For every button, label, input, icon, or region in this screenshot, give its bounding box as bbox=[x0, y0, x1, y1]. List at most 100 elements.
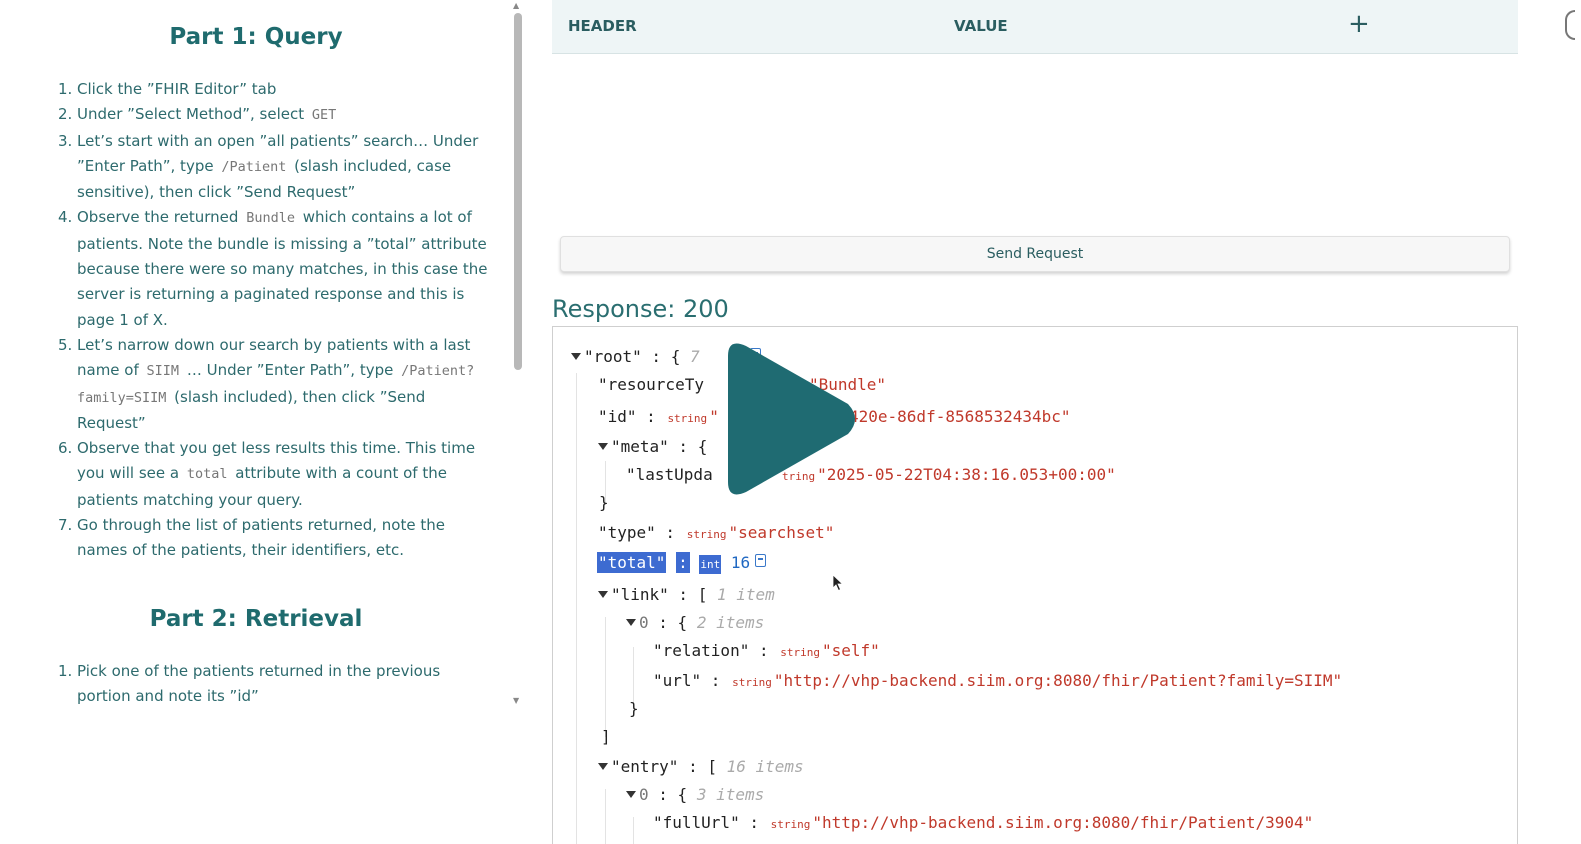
item-count: 2 items bbox=[696, 613, 765, 632]
inline-code: Bundle bbox=[246, 210, 295, 227]
json-type-label: string bbox=[732, 676, 772, 689]
json-key: 0 bbox=[639, 785, 649, 804]
json-relation-line: "relation" : string "self" bbox=[653, 641, 880, 660]
tree-guide-line bbox=[633, 817, 634, 844]
scrollbar-thumb[interactable] bbox=[514, 13, 522, 370]
scroll-up-arrow-icon[interactable]: ▲ bbox=[513, 1, 519, 10]
triangle-down-icon[interactable] bbox=[626, 619, 636, 626]
list-item: 3. Let’s start with an open ”all patients… bbox=[56, 129, 496, 206]
json-type-label: string bbox=[780, 646, 820, 659]
json-key: "fullUrl" bbox=[653, 813, 740, 832]
json-type-label: string bbox=[686, 528, 727, 541]
item-count: 7 bbox=[689, 347, 700, 366]
json-type-label: string bbox=[770, 818, 811, 831]
step-number: 1. bbox=[58, 80, 73, 98]
triangle-down-icon[interactable] bbox=[598, 763, 608, 770]
json-string-value: "searchset" bbox=[728, 523, 835, 542]
json-key: "id" bbox=[598, 407, 637, 426]
triangle-down-icon[interactable] bbox=[571, 353, 581, 360]
step-text: Go through the list of patients returned… bbox=[77, 516, 445, 560]
json-type-label: string bbox=[667, 412, 708, 425]
inline-code: SIIM bbox=[146, 363, 180, 380]
list-item: 1. Pick one of the patients returned in t… bbox=[56, 659, 496, 710]
copy-icon[interactable] bbox=[755, 554, 767, 567]
part1-steps-list: 1. Click the ”FHIR Editor” tab 2. Under ”S… bbox=[56, 77, 496, 564]
step-text: Click the ”FHIR Editor” tab bbox=[77, 80, 277, 98]
json-key: "resourceTy bbox=[598, 375, 704, 394]
play-icon[interactable] bbox=[710, 338, 860, 500]
part1-title: Part 1: Query bbox=[169, 24, 343, 50]
list-item: 1. Click the ”FHIR Editor” tab bbox=[56, 77, 496, 102]
header-column-title: HEADER bbox=[568, 17, 637, 35]
item-count: 3 items bbox=[696, 785, 765, 804]
triangle-down-icon[interactable] bbox=[598, 591, 608, 598]
json-id-value: 420e-86df-8568532434bc" bbox=[849, 407, 1071, 426]
step-text: which contains a lot of patients. Note t… bbox=[77, 208, 488, 329]
item-count: 16 items bbox=[726, 757, 804, 776]
headers-table: HEADER VALUE + bbox=[552, 0, 1518, 54]
json-key: "total" bbox=[597, 552, 667, 573]
json-link0-close: } bbox=[629, 699, 639, 718]
inline-code: /Patient bbox=[221, 158, 287, 175]
json-link-close: ] bbox=[601, 727, 611, 746]
step-number: 1. bbox=[58, 662, 73, 680]
json-string-value: "2025-05-22T04:38:16.053+00:00" bbox=[817, 465, 1116, 484]
json-entry-line[interactable]: "entry" : [ 16 items bbox=[598, 757, 804, 776]
step-text: Pick one of the patients returned in the… bbox=[77, 662, 441, 706]
step-number: 4. bbox=[58, 208, 73, 227]
step-text: Under ”Select Method”, select bbox=[77, 105, 309, 124]
instructions-panel: Part 1: Query 1. Click the ”FHIR Editor” … bbox=[0, 0, 512, 710]
json-key: "meta" bbox=[611, 437, 669, 456]
json-url-line: "url" : string "http://vhp-backend.siim.o… bbox=[653, 671, 1343, 690]
step-number: 5. bbox=[58, 335, 73, 354]
inline-code: total bbox=[186, 466, 228, 483]
json-entry0-line[interactable]: 0 : { 3 items bbox=[626, 785, 764, 804]
step-number: 6. bbox=[58, 439, 73, 458]
part2-title: Part 2: Retrieval bbox=[149, 606, 363, 632]
add-header-button[interactable]: + bbox=[1348, 9, 1370, 39]
item-count: 1 item bbox=[716, 585, 775, 604]
json-type-label: int bbox=[699, 555, 722, 574]
json-key: "url" bbox=[653, 671, 702, 690]
step-text: Observe the returned bbox=[77, 208, 244, 227]
list-item: 7. Go through the list of patients return… bbox=[56, 513, 496, 564]
step-number: 2. bbox=[58, 105, 73, 124]
triangle-down-icon[interactable] bbox=[626, 791, 636, 798]
json-key: "relation" bbox=[653, 641, 750, 660]
step-text: … Under ”Enter Path”, type bbox=[182, 361, 399, 380]
value-column-title: VALUE bbox=[954, 17, 1008, 35]
json-id-line: "id" : string " bbox=[598, 407, 719, 426]
list-item: 2. Under ”Select Method”, select GET bbox=[56, 102, 496, 128]
json-string-value: 420e-86df-8568532434bc" bbox=[849, 407, 1071, 426]
instructions-scrollbar[interactable]: ▲ ▼ bbox=[508, 0, 526, 710]
json-total-line: "total" : int 16 bbox=[597, 552, 767, 574]
json-response-viewer[interactable]: "root" : { 7 "resourceTy "Bundle" "id" :… bbox=[552, 326, 1518, 844]
tree-guide-line bbox=[576, 373, 577, 844]
json-key: "root" bbox=[584, 347, 642, 366]
json-string-value: "http://vhp-backend.siim.org:8080/fhir/P… bbox=[773, 671, 1343, 690]
send-request-button[interactable]: Send Request bbox=[560, 236, 1510, 272]
json-key: "link" bbox=[611, 585, 669, 604]
json-key: 0 bbox=[639, 613, 649, 632]
tree-guide-line bbox=[605, 789, 606, 844]
step-number: 3. bbox=[58, 131, 73, 150]
list-item: 5. Let’s narrow down our search by patien… bbox=[56, 333, 496, 436]
mouse-cursor-icon bbox=[832, 574, 844, 592]
response-status-title: Response: 200 bbox=[552, 295, 729, 323]
triangle-down-icon[interactable] bbox=[598, 443, 608, 450]
inline-code: GET bbox=[311, 107, 337, 124]
step-number: 7. bbox=[58, 516, 73, 535]
json-key: "entry" bbox=[611, 757, 679, 776]
json-number-value: 16 bbox=[730, 553, 751, 572]
json-lastupdated-line: "lastUpda bbox=[626, 465, 713, 484]
tree-guide-line bbox=[605, 617, 606, 737]
json-link-line[interactable]: "link" : [ 1 item bbox=[598, 585, 775, 604]
json-string-value: "http://vhp-backend.siim.org:8080/fhir/P… bbox=[812, 813, 1314, 832]
json-resourcetype-line: "resourceTy bbox=[598, 375, 704, 394]
list-item: 4. Observe the returned Bundle which cont… bbox=[56, 205, 496, 332]
json-meta-line[interactable]: "meta" : { bbox=[598, 437, 707, 456]
json-link0-line[interactable]: 0 : { 2 items bbox=[626, 613, 764, 632]
json-meta-close: } bbox=[599, 493, 609, 512]
json-fullurl-line: "fullUrl" : string "http://vhp-backend.si… bbox=[653, 813, 1314, 832]
scroll-down-arrow-icon[interactable]: ▼ bbox=[513, 696, 519, 705]
